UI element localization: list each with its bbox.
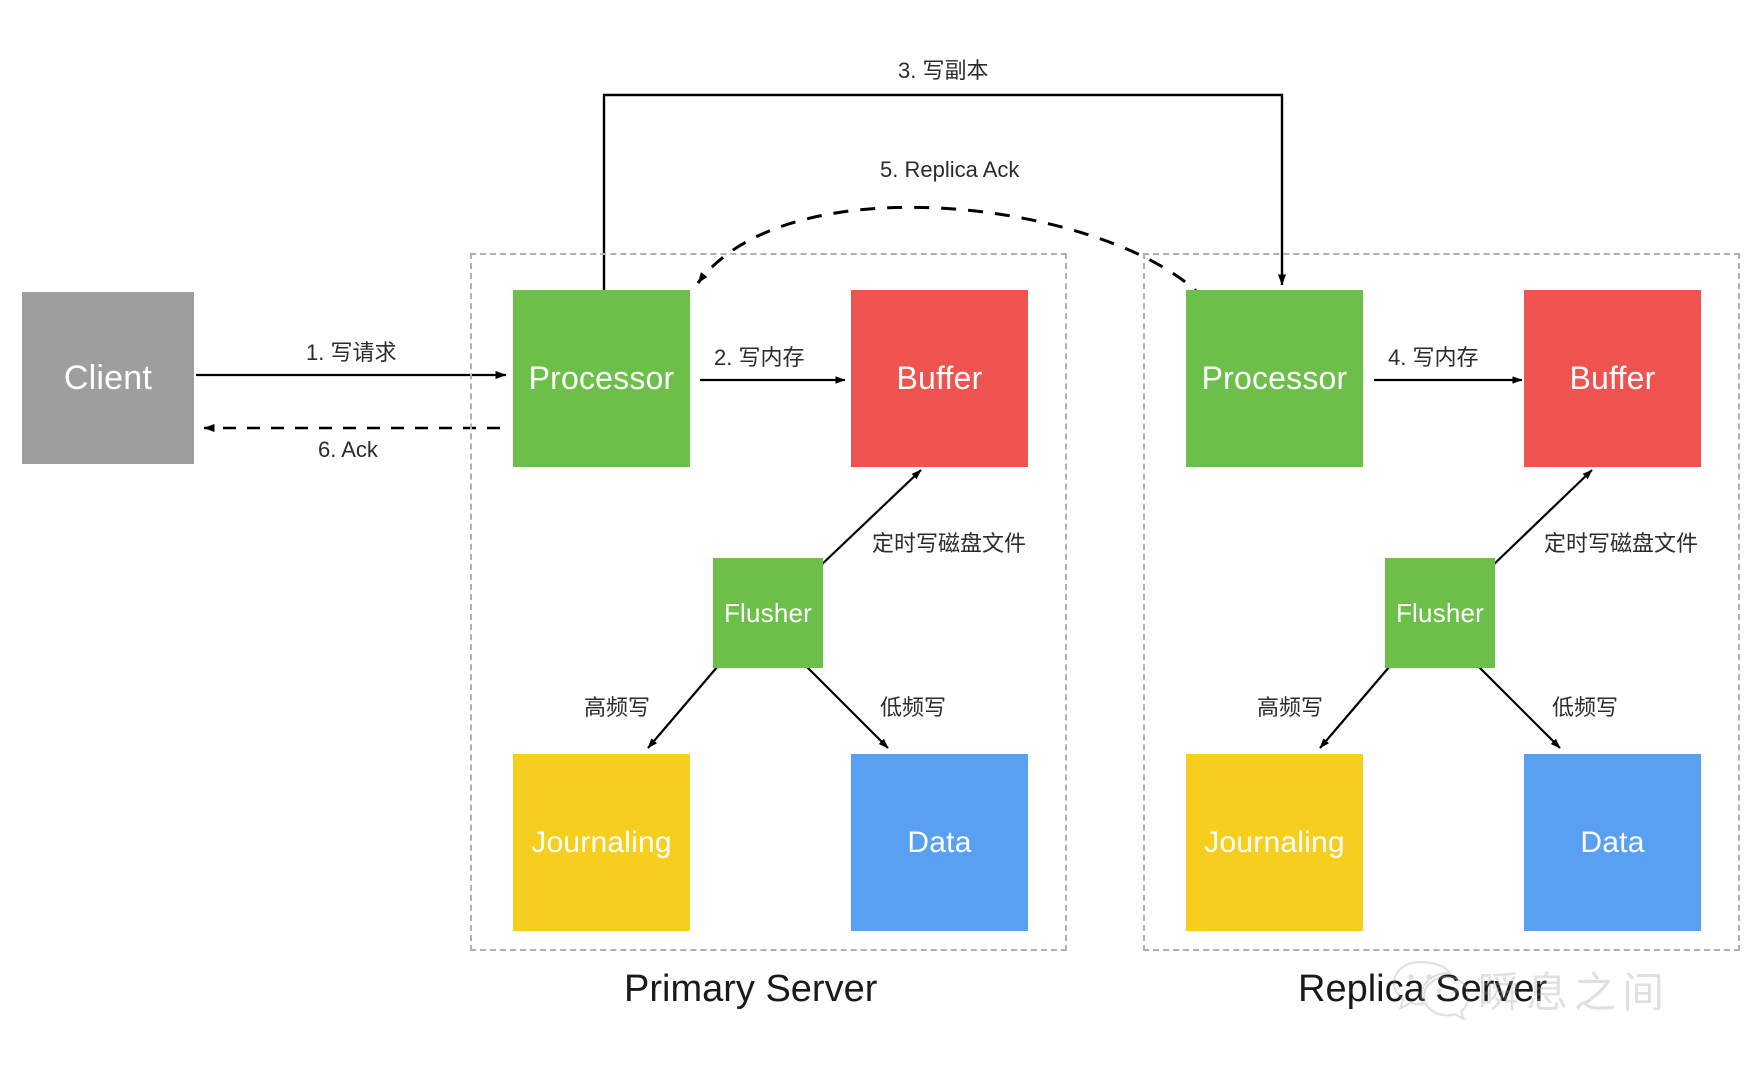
- node-primary-flusher-label: Flusher: [723, 597, 813, 628]
- node-primary-data-label: Data: [907, 825, 972, 859]
- node-primary-journaling[interactable]: Journaling: [513, 754, 690, 931]
- node-client[interactable]: Client: [22, 292, 194, 464]
- node-replica-flusher[interactable]: Flusher: [1385, 558, 1495, 668]
- edge-label-flush-disk-primary: 定时写磁盘文件: [872, 531, 1027, 556]
- node-primary-buffer-label: Buffer: [896, 360, 983, 396]
- node-primary-data[interactable]: Data: [851, 754, 1028, 931]
- zone-label-replica-server: Replica Server: [1298, 968, 1548, 1010]
- edge-label-write-request: 1. 写请求: [306, 340, 397, 365]
- node-client-label: Client: [63, 358, 153, 397]
- node-primary-flusher[interactable]: Flusher: [713, 558, 823, 668]
- node-primary-processor[interactable]: Processor: [513, 290, 690, 467]
- edge-label-low-freq-primary: 低频写: [880, 695, 947, 720]
- node-primary-journaling-label: Journaling: [531, 825, 672, 859]
- node-replica-flusher-label: Flusher: [1395, 597, 1485, 628]
- edge-label-low-freq-replica: 低频写: [1552, 695, 1619, 720]
- diagram-canvas: Client Processor Buffer Flusher Journali…: [0, 0, 1758, 1068]
- node-primary-processor-label: Processor: [528, 360, 675, 396]
- edge-label-client-ack: 6. Ack: [318, 437, 378, 462]
- zone-label-primary-server: Primary Server: [624, 968, 878, 1010]
- node-replica-buffer[interactable]: Buffer: [1524, 290, 1701, 467]
- node-replica-data-label: Data: [1580, 825, 1645, 859]
- node-replica-buffer-label: Buffer: [1569, 360, 1656, 396]
- edge-label-write-replica: 3. 写副本: [898, 58, 989, 83]
- node-replica-data[interactable]: Data: [1524, 754, 1701, 931]
- edge-label-high-freq-replica: 高频写: [1257, 695, 1324, 720]
- edge-label-write-memory-replica: 4. 写内存: [1388, 345, 1479, 370]
- edge-label-flush-disk-replica: 定时写磁盘文件: [1544, 531, 1699, 556]
- node-primary-buffer[interactable]: Buffer: [851, 290, 1028, 467]
- node-replica-processor-label: Processor: [1201, 360, 1348, 396]
- edge-label-high-freq-primary: 高频写: [584, 695, 651, 720]
- node-replica-journaling[interactable]: Journaling: [1186, 754, 1363, 931]
- node-replica-processor[interactable]: Processor: [1186, 290, 1363, 467]
- edge-label-write-memory-primary: 2. 写内存: [714, 345, 805, 370]
- edge-label-replica-ack: 5. Replica Ack: [880, 157, 1020, 182]
- node-replica-journaling-label: Journaling: [1204, 825, 1345, 859]
